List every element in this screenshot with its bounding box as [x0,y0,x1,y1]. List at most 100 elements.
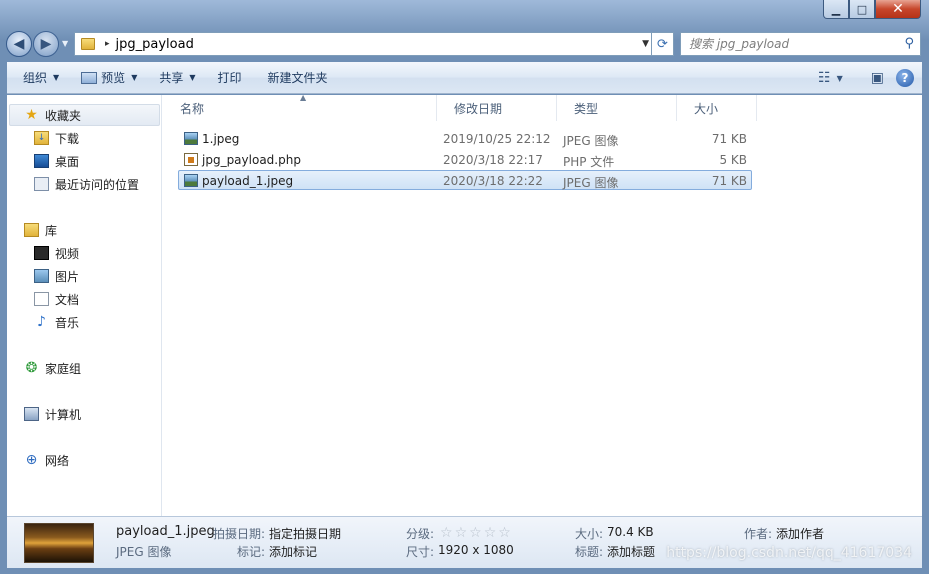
chevron-down-icon: ▼ [53,73,60,82]
size-value: 70.4 KB [607,525,654,539]
file-row[interactable]: jpg_payload.php 2020/3/18 22:17 PHP 文件 5… [178,149,752,169]
search-input[interactable] [689,37,889,51]
sidebar-item-videos[interactable]: 视频 [34,242,79,264]
author-label: 作者: [744,527,773,541]
size-label: 大小: [575,527,604,541]
sidebar-item-computer[interactable]: 计算机 [24,403,81,425]
sidebar-item-documents[interactable]: 文档 [34,288,79,310]
tags-label: 标记: [237,545,266,559]
sidebar-item-label: 库 [45,223,58,238]
back-button[interactable]: ◀ [6,31,32,57]
file-type: PHP 文件 [563,155,615,169]
print-button[interactable]: 打印 [210,66,250,90]
star-empty-icon[interactable]: ☆ [455,525,470,541]
sidebar-item-label: 文档 [55,292,80,307]
shot-date-label: 拍摄日期: [213,527,266,541]
sidebar-item-label: 网络 [45,453,70,468]
maximize-button[interactable]: □ [849,0,875,19]
star-empty-icon[interactable]: ☆ [440,525,455,541]
chevron-down-icon[interactable]: ▼ [837,74,843,83]
sidebar-item-recent[interactable]: 最近访问的位置 [34,173,139,195]
author-value[interactable]: 添加作者 [776,525,824,542]
picture-icon [34,269,49,283]
star-empty-icon[interactable]: ☆ [498,525,513,541]
sidebar-item-music[interactable]: ♪ 音乐 [34,311,79,333]
sidebar-item-label: 家庭组 [45,361,82,376]
sidebar-item-libraries[interactable]: 库 [24,219,57,241]
computer-icon [24,407,39,421]
chevron-down-icon: ▼ [131,73,138,82]
new-folder-button[interactable]: 新建文件夹 [260,66,336,90]
sidebar-item-desktop[interactable]: 桌面 [34,150,79,172]
homegroup-icon: ❂ [25,360,38,376]
main-content: ★ 收藏夹 ↓ 下载 桌面 最近访问的位置 库 视频 图片 文档 ♪ 音乐 ❂ … [7,93,922,516]
sidebar-item-pictures[interactable]: 图片 [34,265,79,287]
sidebar-item-label: 计算机 [45,407,82,422]
breadcrumb-current-folder[interactable]: jpg_payload [116,37,194,52]
sidebar-item-favorites[interactable]: ★ 收藏夹 [9,104,160,126]
tags-value[interactable]: 添加标记 [269,543,317,560]
details-filename: payload_1.jpeg [116,524,215,539]
preview-pane-icon[interactable]: ▣ [871,70,884,86]
details-pane: payload_1.jpeg JPEG 图像 拍摄日期: 指定拍摄日期 标记: … [7,516,922,568]
column-header-name[interactable]: 名称 ▲ [163,93,437,121]
sidebar-item-network[interactable]: ⊕ 网络 [24,449,69,471]
explorer-window: ▁ □ ✕ ◀ ▶ ▼ ▸ jpg_payload ▼ ⟳ ⚲ 组织 ▼ 预览 … [0,0,929,574]
title-label: 标题: [575,545,604,559]
view-options-icon[interactable]: ☷ [818,70,831,86]
column-header-label: 名称 [180,101,205,116]
close-button[interactable]: ✕ [875,0,921,19]
address-bar[interactable]: ▸ jpg_payload ▼ ⟳ [74,32,674,56]
search-box[interactable]: ⚲ [680,32,921,56]
file-name: payload_1.jpeg [202,174,294,188]
minimize-button[interactable]: ▁ [823,0,849,19]
sidebar-item-label: 桌面 [55,154,80,169]
share-label: 共享 [159,71,184,85]
star-icon: ★ [25,107,38,123]
rating-stars[interactable]: ☆☆☆☆☆ [440,525,513,541]
image-file-icon [184,132,198,145]
recent-pages-dropdown[interactable]: ▼ [62,39,68,48]
dimensions-label: 尺寸: [406,545,435,559]
chevron-down-icon: ▼ [189,73,196,82]
sidebar-item-downloads[interactable]: ↓ 下载 [34,127,79,149]
file-row-selected[interactable]: payload_1.jpeg 2020/3/18 22:22 JPEG 图像 7… [178,170,752,190]
sidebar-item-label: 视频 [55,246,80,261]
image-file-icon [184,174,198,187]
file-date: 2020/3/18 22:22 [443,174,543,188]
star-empty-icon[interactable]: ☆ [469,525,484,541]
command-bar: 组织 ▼ 预览 ▼ 共享 ▼ 打印 新建文件夹 ☷ ▼ ▣ ? [7,62,922,94]
file-row[interactable]: 1.jpeg 2019/10/25 22:12 JPEG 图像 71 KB [178,128,752,148]
recent-places-icon [34,177,49,191]
sidebar-item-label: 音乐 [55,315,80,330]
column-header-type[interactable]: 类型 [557,95,677,121]
sidebar-item-label: 最近访问的位置 [55,177,140,192]
watermark-text: https://blog.csdn.net/qq_41617034 [666,545,912,561]
refresh-icon[interactable]: ⟳ [651,32,673,56]
sidebar-item-homegroup[interactable]: ❂ 家庭组 [24,357,81,379]
address-dropdown-icon[interactable]: ▼ [642,39,649,49]
breadcrumb-separator-icon[interactable]: ▸ [105,39,110,49]
file-size: 71 KB [711,174,747,188]
column-header-date[interactable]: 修改日期 [437,95,557,121]
share-button[interactable]: 共享 ▼ [151,66,203,90]
search-icon[interactable]: ⚲ [904,36,914,51]
help-icon[interactable]: ? [896,69,914,87]
navigation-pane: ★ 收藏夹 ↓ 下载 桌面 最近访问的位置 库 视频 图片 文档 ♪ 音乐 ❂ … [7,95,162,516]
file-list: 名称 ▲ 修改日期 类型 大小 1.jpeg 2019/10/25 22:12 … [163,93,922,516]
file-name: 1.jpeg [202,132,240,146]
file-type: JPEG 图像 [563,134,619,148]
file-date: 2020/3/18 22:17 [443,153,543,167]
file-size: 71 KB [711,132,747,146]
thumbnail-image [24,523,94,563]
file-date: 2019/10/25 22:12 [443,132,551,146]
star-empty-icon[interactable]: ☆ [484,525,499,541]
organize-button[interactable]: 组织 ▼ [15,66,67,90]
title-value[interactable]: 添加标题 [607,543,655,560]
shot-date-value[interactable]: 指定拍摄日期 [269,525,341,542]
forward-button[interactable]: ▶ [33,31,59,57]
preview-button[interactable]: 预览 ▼ [73,66,145,90]
column-header-size[interactable]: 大小 [677,95,757,121]
document-icon [34,292,49,306]
navigation-bar: ◀ ▶ ▼ ▸ jpg_payload ▼ ⟳ ⚲ [0,28,929,60]
